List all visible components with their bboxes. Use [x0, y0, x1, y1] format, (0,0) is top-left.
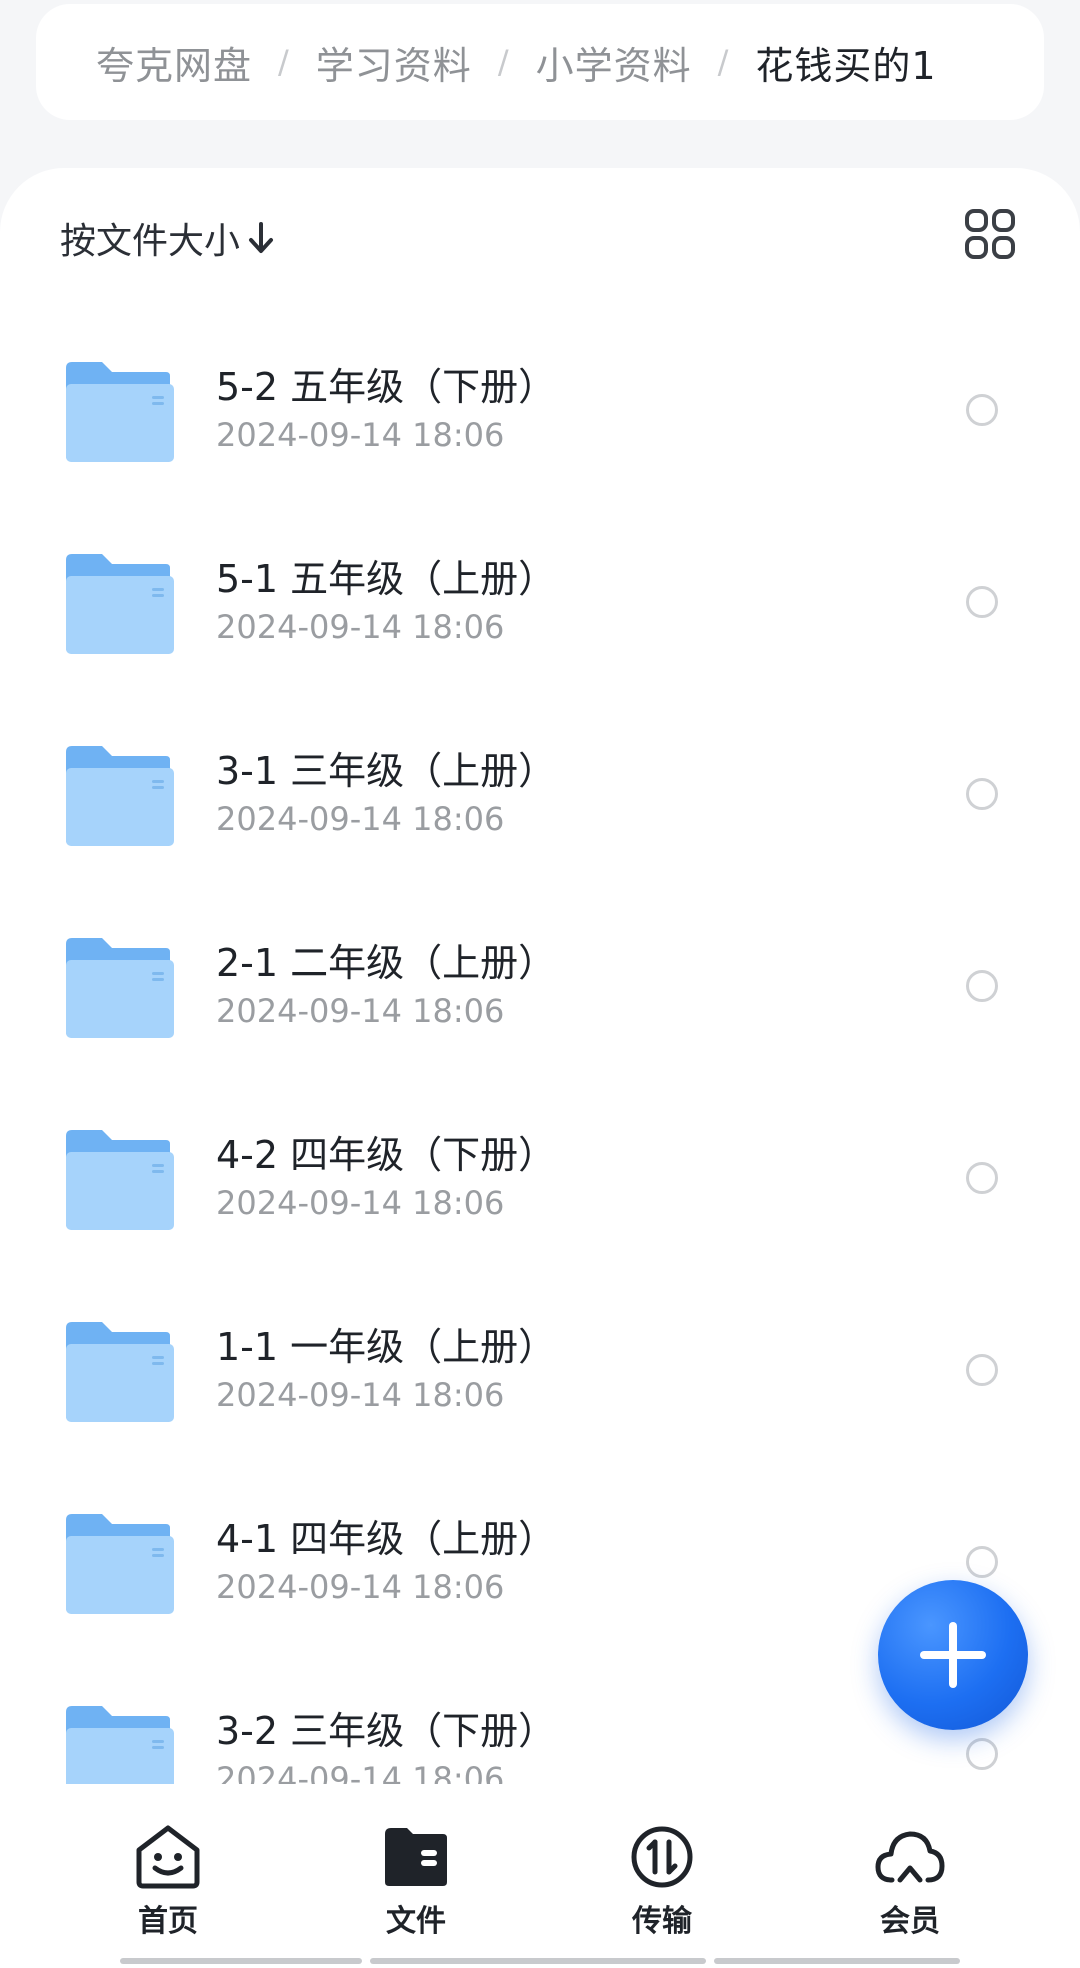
tab-label: 会员 — [880, 1904, 940, 1939]
breadcrumb-separator: / — [278, 43, 290, 81]
scroll-indicator-segment — [714, 1958, 960, 1964]
tab-member[interactable]: 会员 — [850, 1824, 970, 1940]
file-date: 2024-09-14 18:06 — [216, 1184, 505, 1222]
list-item[interactable]: 3-1 三年级（上册） 2024-09-14 18:06 — [0, 700, 1080, 892]
select-radio[interactable] — [966, 970, 998, 1002]
file-name: 4-2 四年级（下册） — [216, 1133, 557, 1177]
breadcrumb: 夸克网盘 / 学习资料 / 小学资料 / 花钱买的1 — [36, 4, 1044, 120]
scroll-indicator-segment — [120, 1958, 362, 1964]
transfer-arrows-icon — [631, 1826, 693, 1888]
sort-selector[interactable]: 按文件大小 — [60, 212, 274, 264]
folder-icon — [62, 1320, 174, 1422]
tab-transfer[interactable]: 传输 — [602, 1824, 722, 1940]
file-date: 2024-09-14 18:06 — [216, 416, 505, 454]
select-radio[interactable] — [966, 778, 998, 810]
arrow-down-icon — [248, 221, 274, 255]
select-radio[interactable] — [966, 394, 998, 426]
select-radio[interactable] — [966, 586, 998, 618]
select-radio[interactable] — [966, 1354, 998, 1386]
select-radio[interactable] — [966, 1546, 998, 1578]
file-name: 5-2 五年级（下册） — [216, 365, 557, 409]
file-date: 2024-09-14 18:06 — [216, 608, 505, 646]
file-name: 3-1 三年级（上册） — [216, 749, 557, 793]
breadcrumb-item-primary[interactable]: 小学资料 — [536, 35, 692, 90]
file-list-panel: 按文件大小 5-2 五年级（下册） 2024-09-14 18:06 5-1 五… — [0, 168, 1080, 1784]
file-name: 2-1 二年级（上册） — [216, 941, 557, 985]
folder-icon — [62, 552, 174, 654]
file-name: 3-2 三年级（下册） — [216, 1709, 557, 1753]
tab-label: 文件 — [386, 1904, 446, 1939]
add-button[interactable] — [878, 1580, 1028, 1730]
tab-home[interactable]: 首页 — [108, 1824, 228, 1940]
folder-icon — [62, 936, 174, 1038]
list-item[interactable]: 4-2 四年级（下册） 2024-09-14 18:06 — [0, 1084, 1080, 1276]
file-date: 2024-09-14 18:06 — [216, 1376, 505, 1414]
file-date: 2024-09-14 18:06 — [216, 800, 505, 838]
folder-wallet-icon — [385, 1828, 447, 1886]
select-radio[interactable] — [966, 1162, 998, 1194]
file-date: 2024-09-14 18:06 — [216, 1760, 505, 1784]
file-name: 1-1 一年级（上册） — [216, 1325, 557, 1369]
scroll-indicator-segment — [370, 1958, 706, 1964]
file-name: 4-1 四年级（上册） — [216, 1517, 557, 1561]
smile-home-icon — [136, 1825, 200, 1889]
breadcrumb-current: 花钱买的1 — [755, 43, 937, 88]
folder-icon — [62, 1128, 174, 1230]
file-list: 5-2 五年级（下册） 2024-09-14 18:06 5-1 五年级（上册）… — [0, 316, 1080, 1784]
file-date: 2024-09-14 18:06 — [216, 992, 505, 1030]
tab-files[interactable]: 文件 — [356, 1824, 476, 1940]
breadcrumb-separator: / — [717, 43, 730, 81]
tab-label: 首页 — [138, 1904, 198, 1939]
folder-icon — [62, 744, 174, 846]
plus-icon — [920, 1622, 986, 1688]
file-name: 5-1 五年级（上册） — [216, 557, 557, 601]
folder-icon — [62, 1704, 174, 1784]
list-item[interactable]: 5-2 五年级（下册） 2024-09-14 18:06 — [0, 316, 1080, 508]
sort-label: 按文件大小 — [60, 221, 241, 262]
list-item[interactable]: 5-1 五年级（上册） 2024-09-14 18:06 — [0, 508, 1080, 700]
breadcrumb-separator: / — [497, 43, 510, 81]
list-item[interactable]: 2-1 二年级（上册） 2024-09-14 18:06 — [0, 892, 1080, 1084]
tab-label: 传输 — [632, 1904, 692, 1939]
list-item[interactable]: 1-1 一年级（上册） 2024-09-14 18:06 — [0, 1276, 1080, 1468]
grid-view-icon[interactable] — [964, 208, 1016, 260]
breadcrumb-item-study[interactable]: 学习资料 — [316, 35, 472, 90]
folder-icon — [62, 360, 174, 462]
bottom-tab-bar: 首页 文件 传输 会员 — [0, 1784, 1080, 1968]
file-date: 2024-09-14 18:06 — [216, 1568, 505, 1606]
select-radio[interactable] — [966, 1738, 998, 1770]
cloud-icon — [875, 1831, 945, 1883]
folder-icon — [62, 1512, 174, 1614]
breadcrumb-item-root[interactable]: 夸克网盘 — [96, 35, 252, 90]
